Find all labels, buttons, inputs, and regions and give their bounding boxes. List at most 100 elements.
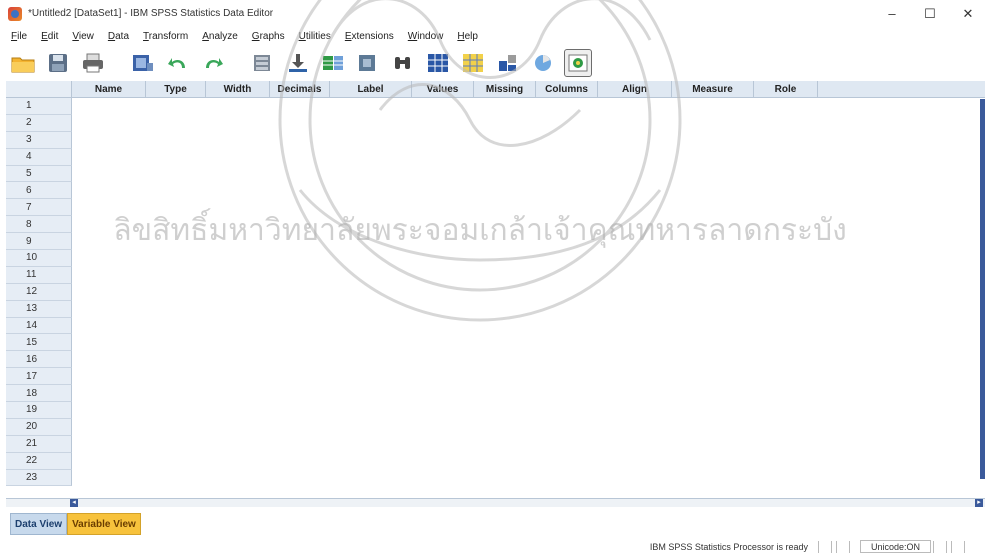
row-cells[interactable] [72, 469, 985, 487]
row-number[interactable]: 13 [6, 300, 72, 318]
horizontal-scrollbar[interactable]: ◂ ▸ [6, 498, 985, 507]
undo-icon[interactable] [165, 50, 191, 76]
scroll-left-icon[interactable]: ◂ [70, 499, 78, 507]
row-number[interactable]: 10 [6, 250, 72, 267]
dialog-recall-icon[interactable] [130, 50, 156, 76]
row-cells[interactable] [72, 266, 985, 284]
save-icon[interactable] [45, 50, 71, 76]
col-header-label[interactable]: Label [330, 81, 412, 97]
table-row[interactable]: 2 [6, 114, 985, 132]
table-row[interactable]: 7 [6, 199, 985, 217]
row-cells[interactable] [72, 300, 985, 318]
row-number[interactable]: 9 [6, 233, 72, 251]
row-number[interactable]: 23 [6, 469, 72, 487]
row-number[interactable]: 8 [6, 216, 72, 234]
menu-extensions[interactable]: Extensions [338, 31, 401, 42]
row-cells[interactable] [72, 216, 985, 234]
table-row[interactable]: 9 [6, 233, 985, 251]
table-row[interactable]: 16 [6, 351, 985, 369]
maximize-button[interactable]: ☐ [911, 0, 949, 27]
menu-file[interactable]: File [4, 31, 34, 42]
menu-view[interactable]: View [65, 31, 101, 42]
table-row[interactable]: 6 [6, 182, 985, 200]
row-number[interactable]: 15 [6, 334, 72, 352]
table-row[interactable]: 20 [6, 418, 985, 436]
row-cells[interactable] [72, 98, 985, 115]
row-number[interactable]: 16 [6, 351, 72, 369]
split-file-icon[interactable] [495, 50, 521, 76]
row-cells[interactable] [72, 317, 985, 335]
menu-window[interactable]: Window [401, 31, 451, 42]
table-row[interactable]: 5 [6, 165, 985, 183]
menu-transform[interactable]: Transform [136, 31, 195, 42]
table-row[interactable]: 21 [6, 435, 985, 453]
row-number[interactable]: 4 [6, 148, 72, 166]
run-descriptives-icon[interactable] [355, 50, 381, 76]
row-cells[interactable] [72, 199, 985, 217]
row-number[interactable]: 18 [6, 385, 72, 403]
tab-data-view[interactable]: Data View [10, 513, 68, 535]
variables-icon[interactable] [320, 50, 346, 76]
menu-data[interactable]: Data [101, 31, 136, 42]
row-number[interactable]: 11 [6, 266, 72, 284]
goto-variable-icon[interactable] [285, 50, 311, 76]
insert-cases-icon[interactable] [425, 50, 451, 76]
row-number[interactable]: 5 [6, 165, 72, 183]
scroll-right-icon[interactable]: ▸ [975, 499, 983, 507]
row-cells[interactable] [72, 250, 985, 267]
menu-utilities[interactable]: Utilities [292, 31, 338, 42]
close-button[interactable]: ✕ [949, 0, 987, 27]
insert-variable-icon[interactable] [460, 50, 486, 76]
value-labels-icon[interactable] [564, 49, 592, 77]
row-cells[interactable] [72, 452, 985, 470]
col-header-decimals[interactable]: Decimals [270, 81, 330, 97]
row-number[interactable]: 14 [6, 317, 72, 335]
table-row[interactable]: 17 [6, 368, 985, 386]
goto-case-icon[interactable] [250, 50, 276, 76]
row-cells[interactable] [72, 368, 985, 386]
table-row[interactable]: 10 [6, 250, 985, 267]
row-cells[interactable] [72, 385, 985, 403]
col-header-missing[interactable]: Missing [474, 81, 536, 97]
table-row[interactable]: 12 [6, 283, 985, 301]
open-folder-icon[interactable] [10, 50, 36, 76]
vertical-scrollbar[interactable] [980, 99, 985, 479]
row-number[interactable]: 6 [6, 182, 72, 200]
menu-help[interactable]: Help [450, 31, 485, 42]
table-row[interactable]: 23 [6, 469, 985, 487]
row-cells[interactable] [72, 131, 985, 149]
col-header-measure[interactable]: Measure [672, 81, 754, 97]
row-number[interactable]: 21 [6, 435, 72, 453]
table-row[interactable]: 18 [6, 385, 985, 403]
row-number[interactable]: 12 [6, 283, 72, 301]
grid-corner[interactable] [6, 81, 72, 97]
table-row[interactable]: 15 [6, 334, 985, 352]
redo-icon[interactable] [200, 50, 226, 76]
print-icon[interactable] [80, 50, 106, 76]
row-cells[interactable] [72, 233, 985, 251]
row-number[interactable]: 19 [6, 402, 72, 419]
row-cells[interactable] [72, 351, 985, 369]
row-number[interactable]: 7 [6, 199, 72, 217]
col-header-width[interactable]: Width [206, 81, 270, 97]
table-row[interactable]: 14 [6, 317, 985, 335]
row-cells[interactable] [72, 435, 985, 453]
row-cells[interactable] [72, 418, 985, 436]
tab-variable-view[interactable]: Variable View [67, 513, 141, 535]
find-icon[interactable] [390, 50, 416, 76]
col-header-align[interactable]: Align [598, 81, 672, 97]
row-cells[interactable] [72, 165, 985, 183]
table-row[interactable]: 4 [6, 148, 985, 166]
table-row[interactable]: 1 [6, 98, 985, 115]
table-row[interactable]: 22 [6, 452, 985, 470]
weight-cases-icon[interactable] [530, 50, 556, 76]
row-number[interactable]: 17 [6, 368, 72, 386]
minimize-button[interactable]: – [873, 0, 911, 27]
table-row[interactable]: 13 [6, 300, 985, 318]
table-row[interactable]: 19 [6, 402, 985, 419]
row-cells[interactable] [72, 114, 985, 132]
menu-edit[interactable]: Edit [34, 31, 65, 42]
col-header-type[interactable]: Type [146, 81, 206, 97]
row-number[interactable]: 20 [6, 418, 72, 436]
table-row[interactable]: 8 [6, 216, 985, 234]
